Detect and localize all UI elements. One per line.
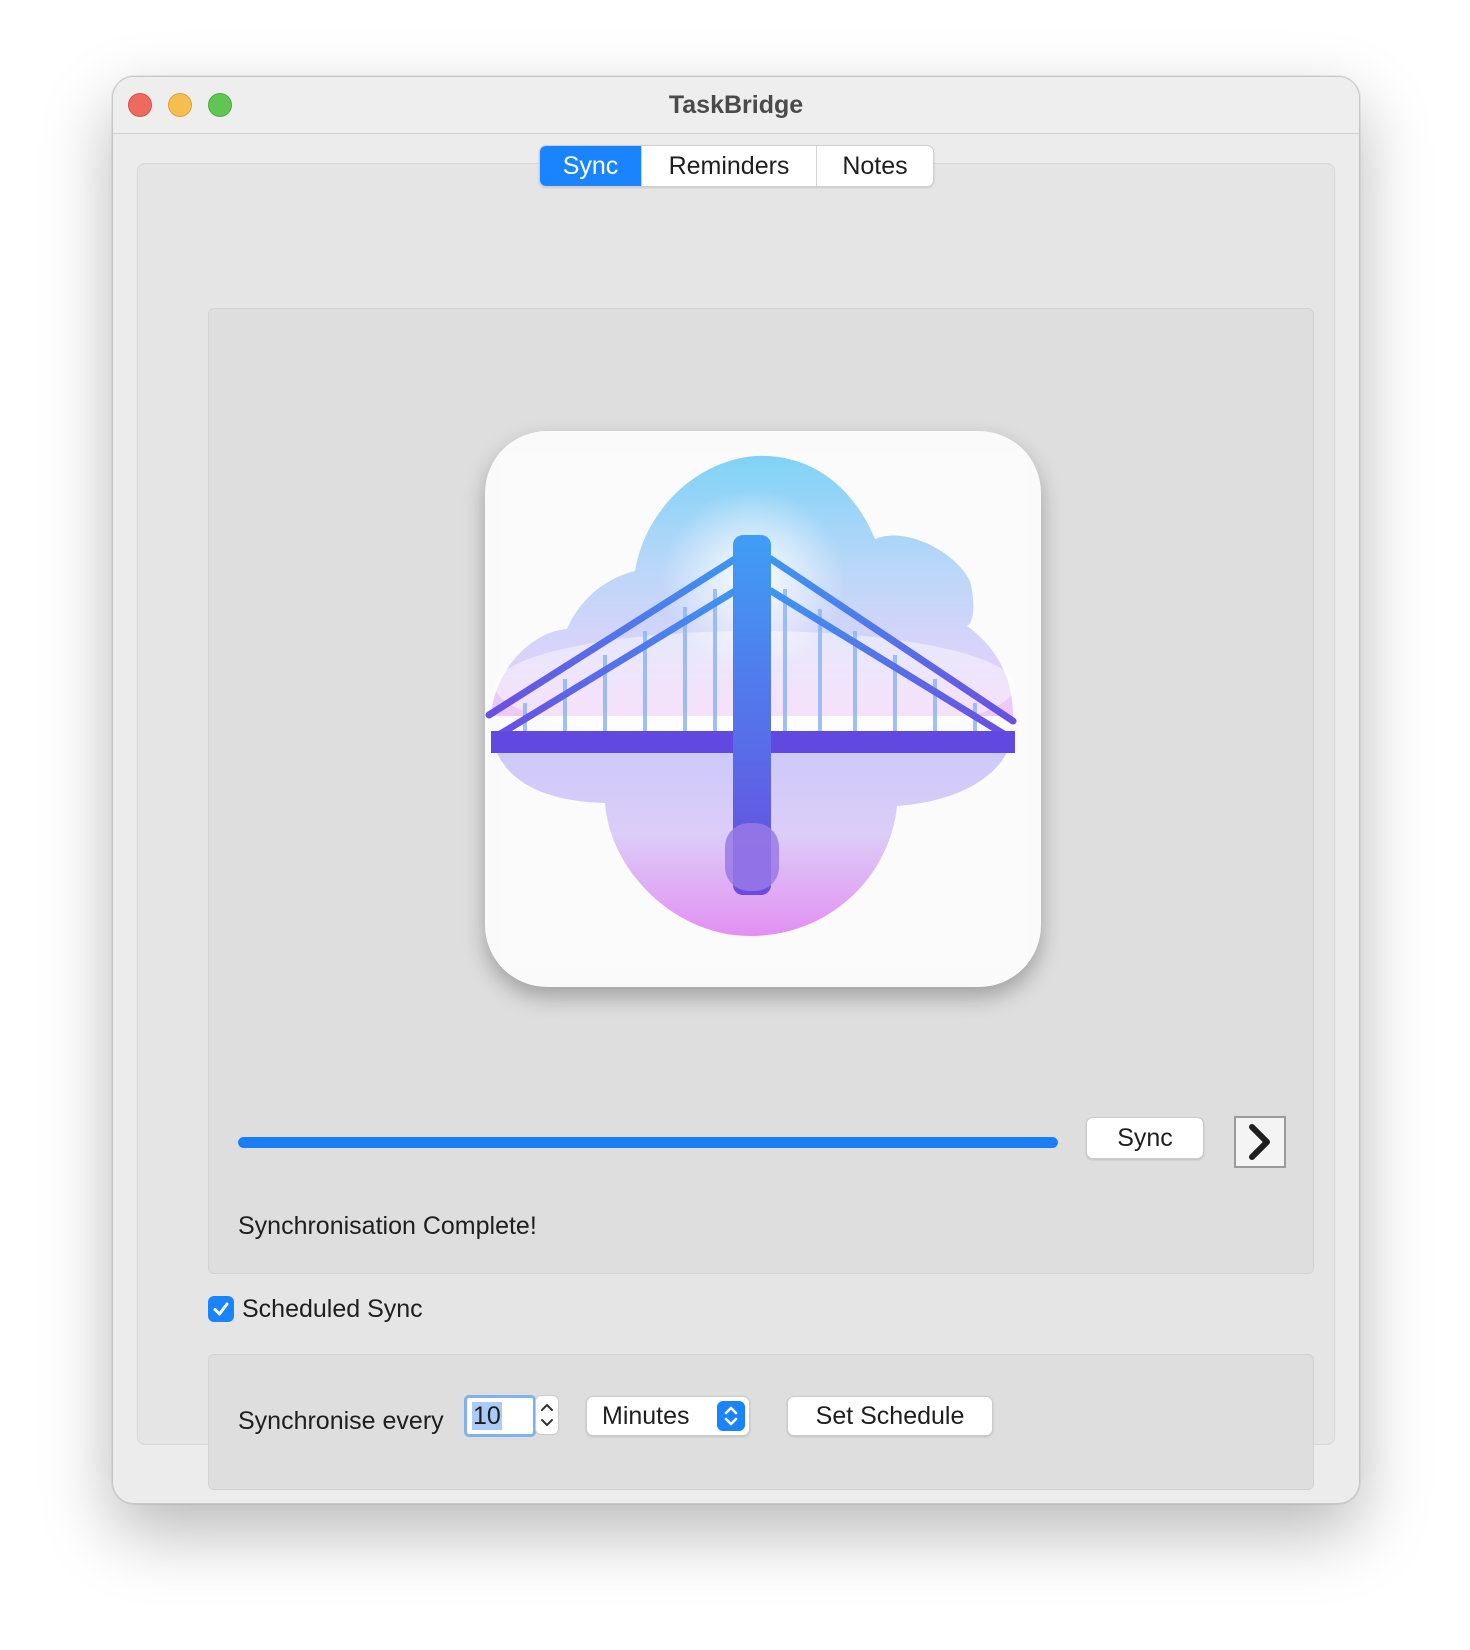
synchronise-every-label: Synchronise every [238,1407,444,1435]
sync-panel: Sync Synchronisation Complete! [208,308,1314,1274]
scheduled-sync-toggle[interactable]: Scheduled Sync [208,1294,423,1324]
window-title: TaskBridge [668,91,804,119]
app-window: TaskBridge Sync Reminders Notes Sync Syn… [112,76,1360,1504]
schedule-panel: Synchronise every 10 Minutes Set Schedul… [208,1354,1314,1490]
tab-notes[interactable]: Notes [817,146,933,186]
bridge-cloud-icon [485,451,1027,969]
tab-bar: Sync Reminders Notes [539,145,934,187]
sync-button[interactable]: Sync [1086,1117,1204,1159]
sync-status-text: Synchronisation Complete! [238,1212,537,1240]
taskbridge-app-icon [485,431,1041,987]
tab-sync[interactable]: Sync [540,146,642,186]
scheduled-sync-checkbox[interactable] [208,1296,234,1322]
popup-chevron-icon [717,1401,745,1431]
tab-content: Sync Synchronisation Complete! Scheduled… [137,163,1335,1490]
interval-unit-value: Minutes [602,1402,690,1430]
stepper-arrows-icon [541,1404,553,1426]
tab-reminders[interactable]: Reminders [642,146,817,186]
scheduled-sync-label: Scheduled Sync [242,1294,423,1323]
interval-stepper[interactable] [535,1395,559,1435]
interval-unit-select[interactable]: Minutes [586,1396,750,1436]
title-bar: TaskBridge [113,77,1359,134]
checkmark-icon [213,1302,229,1316]
sync-progress-fill [238,1137,1058,1148]
interval-input[interactable]: 10 [464,1395,536,1437]
expand-log-button[interactable] [1234,1116,1286,1168]
interval-value: 10 [472,1402,502,1430]
set-schedule-button[interactable]: Set Schedule [787,1396,993,1436]
sync-progress-bar [238,1137,1058,1148]
chevron-right-icon [1249,1124,1270,1160]
